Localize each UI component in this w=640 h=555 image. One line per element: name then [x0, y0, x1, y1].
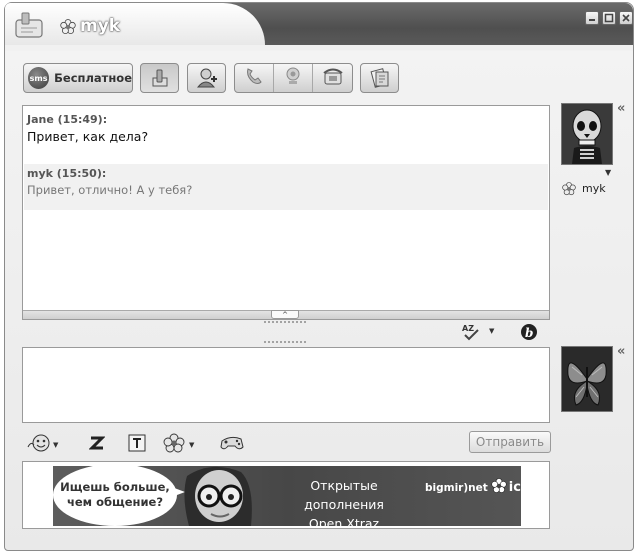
status-flower-icon: [60, 19, 76, 35]
history-collapse-button[interactable]: ^: [271, 310, 299, 319]
call-button-group: [234, 63, 353, 93]
message-history[interactable]: Jane (15:49): Привет, как дела? myk (15:…: [22, 105, 550, 320]
games-button[interactable]: [219, 434, 245, 456]
splitter-grip[interactable]: [263, 341, 307, 343]
ad-speech-bubble: Ищешь больше, чем общение?: [53, 466, 177, 526]
smiley-button[interactable]: ▼: [27, 434, 58, 456]
history-bottom-bar: ^: [23, 310, 549, 319]
minimize-icon: [589, 19, 595, 21]
ad-banner[interactable]: Ищешь больше, чем общение? Открытые допо…: [53, 466, 521, 526]
bold-b-icon[interactable]: b: [520, 323, 538, 345]
font-button[interactable]: [88, 434, 106, 456]
games-icon: [219, 433, 245, 457]
xtraz-icon: [163, 433, 187, 457]
sms-icon: sms: [28, 67, 50, 89]
message-text: Привет, отлично! А у тебя?: [27, 183, 193, 197]
window-title: myk: [80, 16, 121, 36]
ad-brand-icq: icq: [508, 480, 521, 495]
maximize-icon: [604, 13, 614, 23]
xtraz-button[interactable]: ▼: [163, 433, 194, 457]
add-contact-button[interactable]: [187, 63, 226, 93]
text-format-button[interactable]: [128, 434, 146, 456]
ad-title-line: Открытые дополнения: [304, 478, 384, 512]
avatar-dropdown-icon[interactable]: ▼: [605, 168, 611, 177]
ad-title-line: Open Xtraz: [308, 516, 380, 526]
free-sms-button[interactable]: sms Бесплатное: [23, 63, 133, 93]
ad-girl-image: [181, 466, 259, 526]
close-button[interactable]: [619, 11, 633, 25]
message-text: Привет, как дела?: [27, 129, 149, 144]
collapse-avatar-button[interactable]: «: [617, 101, 625, 116]
message-header: Jane (15:49):: [27, 113, 108, 126]
free-sms-label: Бесплатное: [54, 71, 132, 85]
ad-bubble-line: чем общение?: [66, 495, 163, 509]
contact-avatar[interactable]: [561, 103, 613, 165]
ad-brand-bigmir: bigmir)net: [425, 481, 488, 494]
message-input[interactable]: [22, 347, 550, 423]
ad-brand: bigmir)net icq: [425, 478, 521, 497]
icq-flower-icon: [491, 478, 507, 497]
minimize-button[interactable]: [585, 11, 599, 25]
collapse-my-avatar-button[interactable]: «: [617, 344, 625, 359]
add-contact-icon: [188, 64, 225, 92]
message-item: Jane (15:49): Привет, как дела?: [24, 113, 548, 163]
call-icon: [244, 66, 264, 90]
smiley-dropdown-icon[interactable]: ▼: [53, 441, 58, 449]
font-icon: [88, 435, 106, 455]
phone-button[interactable]: [313, 64, 352, 92]
status-flower-icon: [562, 181, 576, 200]
send-file-icon: [361, 64, 398, 92]
chat-window: myk sms Бесплатное Jane (15:49): Привет,…: [4, 2, 634, 551]
spellcheck-dropdown-icon[interactable]: ▼: [489, 327, 494, 335]
svg-text:AZ: AZ: [462, 324, 474, 333]
my-avatar[interactable]: [561, 346, 613, 412]
phone-icon: [322, 66, 344, 90]
contact-info-icon: [141, 64, 178, 92]
smiley-icon: [27, 433, 51, 457]
contact-info-button[interactable]: [140, 63, 179, 93]
splitter-grip[interactable]: [263, 321, 307, 323]
svg-text:b: b: [525, 326, 533, 340]
video-call-button[interactable]: [274, 64, 313, 92]
ad-title: Открытые дополнения Open Xtraz: [269, 476, 419, 526]
maximize-button[interactable]: [602, 11, 616, 25]
ad-bubble-line: Ищешь больше,: [60, 480, 170, 494]
text-format-icon: [128, 434, 146, 456]
message-header: myk (15:50):: [27, 167, 107, 180]
message-item: myk (15:50): Привет, отлично! А у тебя?: [24, 164, 548, 210]
title-bar[interactable]: myk: [5, 3, 633, 51]
ad-banner-frame: Ищешь больше, чем общение? Открытые допо…: [22, 461, 550, 529]
xtraz-dropdown-icon[interactable]: ▼: [189, 441, 194, 449]
spellcheck-icon[interactable]: AZ: [461, 323, 483, 345]
close-icon: [622, 14, 630, 22]
app-logo-icon: [13, 11, 47, 39]
call-button[interactable]: [235, 64, 274, 92]
contact-name: myk: [582, 182, 606, 195]
send-button[interactable]: Отправить: [469, 431, 551, 453]
send-file-button[interactable]: [360, 63, 399, 93]
video-call-icon: [283, 66, 303, 90]
